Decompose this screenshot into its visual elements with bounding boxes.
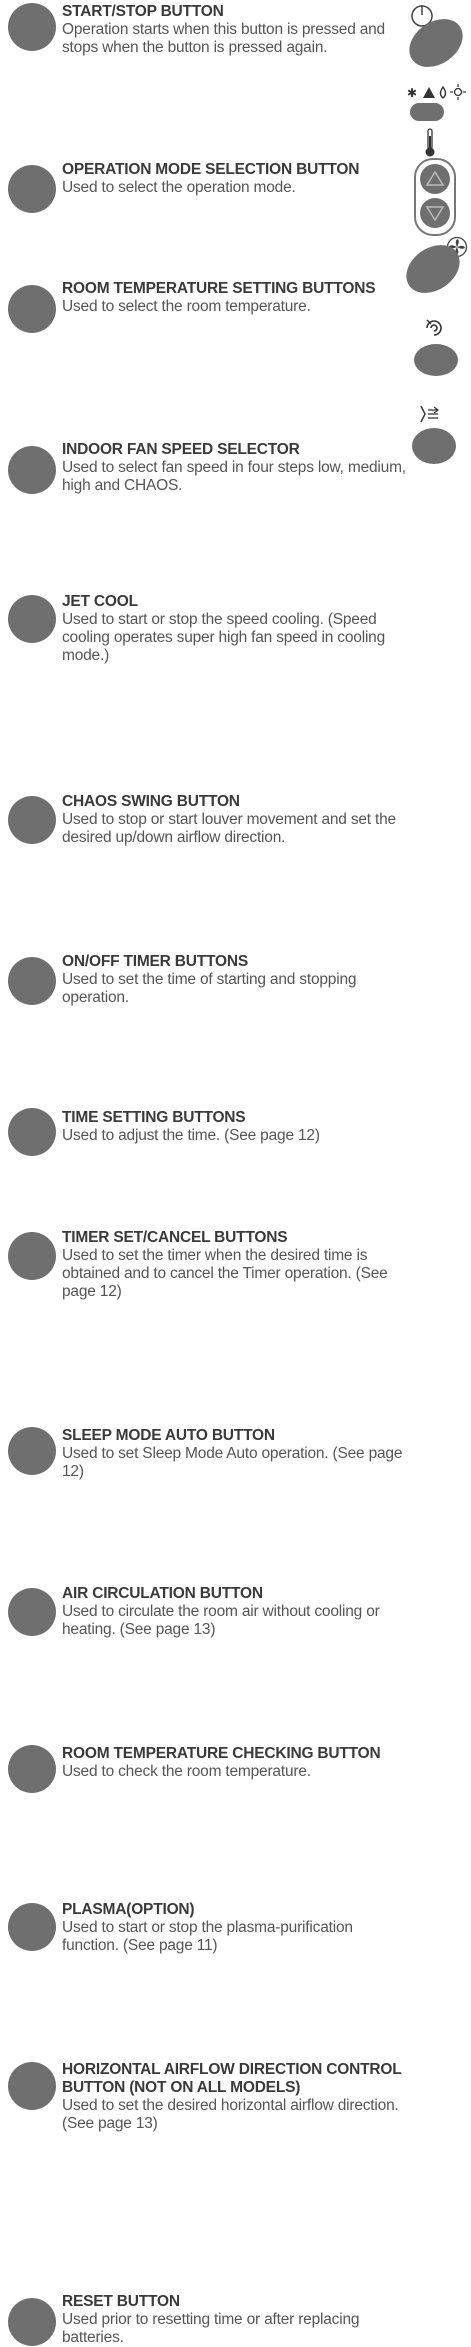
jet-cool-oval-button[interactable] xyxy=(414,344,458,376)
item-description: Used to circulate the room air without c… xyxy=(62,1603,380,1638)
item-room-temp-checking: ROOM TEMPERATURE CHECKING BUTTON Used to… xyxy=(0,872,410,1793)
temp-up-button[interactable] xyxy=(420,164,450,194)
item-start-stop: START/STOP BUTTON Operation starts when … xyxy=(0,0,410,75)
item-description: Used to start or stop the plasma-purific… xyxy=(62,1919,353,1954)
item-title: START/STOP BUTTON xyxy=(62,3,224,20)
swing-icon xyxy=(420,405,439,423)
item-description: Used to set Sleep Mode Auto operation. (… xyxy=(62,1445,403,1480)
item-horizontal-airflow: HORIZONTAL AIRFLOW DIRECTION CONTROL BUT… xyxy=(0,1030,410,2132)
item-title: RESET BUTTON xyxy=(62,2293,180,2310)
remote-illustration: ✱ xyxy=(397,0,471,470)
mode-icons: ✱ xyxy=(407,84,466,100)
plasma-button[interactable] xyxy=(8,1903,56,1951)
item-description: Used to check the room temperature. xyxy=(62,1763,311,1780)
chaos-swing-oval-button[interactable] xyxy=(412,428,456,464)
item-chaos-swing: CHAOS SWING BUTTON Used to stop or start… xyxy=(0,396,410,846)
item-jet-cool: JET COOL Used to start or stop the speed… xyxy=(0,296,410,664)
item-sleep-mode: SLEEP MODE AUTO BUTTON Used to set Sleep… xyxy=(0,713,410,1480)
item-timer-set-cancel: TIMER SET/CANCEL BUTTONS Used to set the… xyxy=(0,614,410,1300)
svg-text:✱: ✱ xyxy=(407,86,417,100)
chevron-down-icon xyxy=(425,206,445,222)
item-title: SLEEP MODE AUTO BUTTON xyxy=(62,1427,275,1444)
chevron-up-icon xyxy=(425,170,445,186)
timer-set-cancel-button[interactable] xyxy=(8,1232,56,1280)
item-plasma: PLASMA(OPTION) Used to start or stop the… xyxy=(0,950,410,1954)
item-description: Used to set the desired horizontal airfl… xyxy=(62,2097,399,2132)
item-room-temp-setting: ROOM TEMPERATURE SETTING BUTTONS Used to… xyxy=(0,140,410,333)
sleep-mode-button[interactable] xyxy=(8,1427,56,1475)
item-description: Used to set the timer when the desired t… xyxy=(62,1247,388,1300)
thermometer-icon xyxy=(425,128,435,157)
item-title: HORIZONTAL AIRFLOW DIRECTION CONTROL BUT… xyxy=(62,2061,402,2096)
room-temp-checking-button[interactable] xyxy=(8,1745,56,1793)
item-time-setting: TIME SETTING BUTTONS Used to adjust the … xyxy=(0,554,410,1156)
item-title: TIMER SET/CANCEL BUTTONS xyxy=(62,1229,288,1246)
air-circulation-button[interactable] xyxy=(8,1588,56,1636)
item-fan-speed: INDOOR FAN SPEED SELECTOR Used to select… xyxy=(0,220,410,494)
item-operation-mode: OPERATION MODE SELECTION BUTTON Used to … xyxy=(0,80,410,213)
temp-down-button[interactable] xyxy=(420,198,450,228)
reset-button[interactable] xyxy=(8,2298,56,2346)
item-on-off-timer: ON/OFF TIMER BUTTONS Used to set the tim… xyxy=(0,476,410,1006)
horizontal-airflow-button[interactable] xyxy=(8,2062,56,2110)
item-description: Used prior to resetting time or after re… xyxy=(62,2311,360,2346)
item-title: AIR CIRCULATION BUTTON xyxy=(62,1585,263,1602)
start-stop-button[interactable] xyxy=(8,3,56,51)
item-title: ROOM TEMPERATURE CHECKING BUTTON xyxy=(62,1745,381,1762)
item-description: Operation starts when this button is pre… xyxy=(62,21,385,56)
jet-cool-icon xyxy=(426,319,442,336)
operation-mode-pill-button[interactable] xyxy=(410,103,444,121)
temp-rocker xyxy=(414,158,456,236)
item-title: PLASMA(OPTION) xyxy=(62,1901,195,1918)
item-reset: RESET BUTTON Used prior to resetting tim… xyxy=(0,1146,410,2346)
item-air-circulation: AIR CIRCULATION BUTTON Used to circulate… xyxy=(0,792,410,1638)
